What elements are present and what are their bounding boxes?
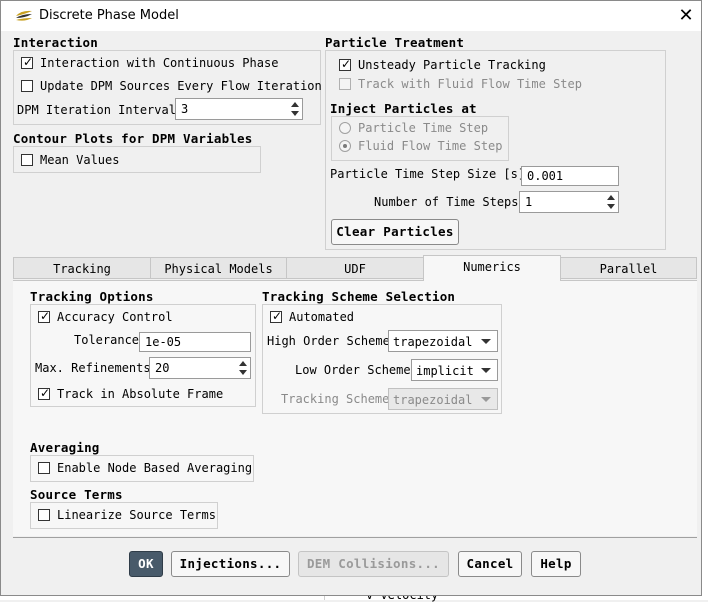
select-value: implicit: [416, 364, 474, 378]
title-bar[interactable]: Discrete Phase Model ✕: [1, 1, 701, 31]
spin-down-icon[interactable]: [239, 370, 247, 375]
particle-time-step-radio[interactable]: [339, 122, 351, 134]
spinner-value: 20: [155, 361, 170, 375]
clear-particles-button[interactable]: Clear Particles: [331, 219, 459, 245]
max-refinements-spinner[interactable]: 20: [149, 357, 251, 379]
button-row-separator: [13, 537, 697, 538]
discrete-phase-model-dialog: Discrete Phase Model ✕ Interaction ✓ Int…: [0, 0, 702, 596]
spinner-value: 1: [525, 195, 533, 209]
help-button[interactable]: Help: [531, 551, 581, 577]
injections-button[interactable]: Injections...: [171, 551, 290, 577]
interaction-continuous-checkbox[interactable]: ✓: [21, 55, 34, 69]
unsteady-tracking-label: Unsteady Particle Tracking: [358, 58, 546, 72]
update-dpm-sources-checkbox[interactable]: [21, 80, 33, 92]
chevron-down-icon: [481, 339, 491, 344]
dpm-iteration-interval-spinner[interactable]: 3: [175, 98, 303, 120]
tab-tracking[interactable]: Tracking: [13, 257, 151, 279]
spin-up-icon[interactable]: [291, 102, 299, 107]
tab-parallel[interactable]: Parallel: [560, 257, 697, 279]
automated-label: Automated: [289, 310, 355, 324]
scheme-selection-title: Tracking Scheme Selection: [262, 289, 456, 304]
tolerance-input[interactable]: 1e-05: [139, 332, 251, 352]
max-refinements-label: Max. Refinements: [35, 361, 151, 375]
dpm-app-icon: [16, 10, 32, 21]
cancel-button[interactable]: Cancel: [458, 551, 522, 577]
radio-dot-icon: [343, 144, 347, 148]
absolute-frame-label: Track in Absolute Frame: [57, 387, 224, 401]
source-terms-title: Source Terms: [30, 487, 123, 502]
mean-values-checkbox[interactable]: [21, 154, 33, 166]
node-based-averaging-checkbox[interactable]: [38, 462, 50, 474]
tab-numerics[interactable]: Numerics: [423, 255, 561, 281]
node-based-averaging-label: Enable Node Based Averaging: [57, 461, 253, 475]
check-icon: ✓: [40, 309, 51, 323]
low-order-scheme-label: Low Order Scheme: [295, 363, 411, 377]
inject-particles-title: Inject Particles at: [330, 101, 477, 116]
high-order-scheme-select[interactable]: trapezoidal: [388, 330, 498, 352]
check-icon: ✓: [272, 309, 283, 323]
tracking-scheme-select[interactable]: trapezoidal: [388, 388, 498, 410]
mean-values-label: Mean Values: [40, 153, 120, 167]
accuracy-control-checkbox[interactable]: ✓: [38, 309, 51, 323]
tracking-scheme-label: Tracking Scheme: [281, 392, 390, 406]
tracking-options-title: Tracking Options: [30, 289, 154, 304]
particle-time-step-label: Particle Time Step: [358, 121, 489, 135]
check-icon: ✓: [40, 386, 51, 400]
update-dpm-sources-label: Update DPM Sources Every Flow Iteration: [40, 79, 322, 93]
spinner-value: 3: [181, 102, 189, 116]
check-icon: ✓: [341, 57, 352, 71]
time-step-size-label: Particle Time Step Size [s]: [330, 167, 526, 181]
interaction-title: Interaction: [13, 35, 98, 50]
dpm-iteration-interval-label: DPM Iteration Interval: [17, 103, 176, 117]
high-order-scheme-label: High Order Scheme: [267, 334, 390, 348]
time-step-size-input[interactable]: 0.001: [521, 166, 619, 186]
tab-physical-models[interactable]: Physical Models: [150, 257, 287, 279]
fluid-flow-time-step-radio[interactable]: [339, 140, 351, 152]
dem-collisions-button[interactable]: DEM Collisions...: [298, 551, 449, 577]
unsteady-tracking-checkbox[interactable]: ✓: [339, 57, 352, 71]
particle-treatment-title: Particle Treatment: [325, 35, 465, 50]
averaging-title: Averaging: [30, 440, 100, 455]
interaction-continuous-label: Interaction with Continuous Phase: [40, 56, 279, 70]
fluid-flow-time-step-label: Fluid Flow Time Step: [358, 139, 503, 153]
linearize-source-terms-checkbox[interactable]: [38, 509, 50, 521]
accuracy-control-label: Accuracy Control: [57, 310, 173, 324]
linearize-source-terms-label: Linearize Source Terms: [57, 508, 216, 522]
select-value: trapezoidal: [393, 335, 473, 349]
select-value: trapezoidal: [393, 393, 473, 407]
track-with-flow-checkbox[interactable]: [339, 78, 351, 90]
spin-down-icon[interactable]: [291, 111, 299, 116]
spin-down-icon[interactable]: [607, 204, 615, 209]
chevron-down-icon: [481, 397, 491, 402]
automated-checkbox[interactable]: ✓: [270, 309, 283, 323]
low-order-scheme-select[interactable]: implicit: [411, 359, 498, 381]
tolerance-label: Tolerance: [74, 333, 140, 347]
check-icon: ✓: [23, 55, 34, 69]
number-time-steps-spinner[interactable]: 1: [519, 191, 619, 213]
spin-up-icon[interactable]: [607, 195, 615, 200]
close-icon[interactable]: ✕: [675, 5, 697, 27]
number-time-steps-label: Number of Time Steps: [374, 195, 519, 209]
ok-button[interactable]: OK: [129, 551, 163, 577]
window-title: Discrete Phase Model: [39, 8, 179, 23]
absolute-frame-checkbox[interactable]: ✓: [38, 386, 51, 400]
chevron-down-icon: [481, 368, 491, 373]
track-with-flow-label: Track with Fluid Flow Time Step: [358, 77, 582, 91]
tab-udf[interactable]: UDF: [286, 257, 424, 279]
contour-title: Contour Plots for DPM Variables: [13, 131, 253, 146]
spin-up-icon[interactable]: [239, 361, 247, 366]
